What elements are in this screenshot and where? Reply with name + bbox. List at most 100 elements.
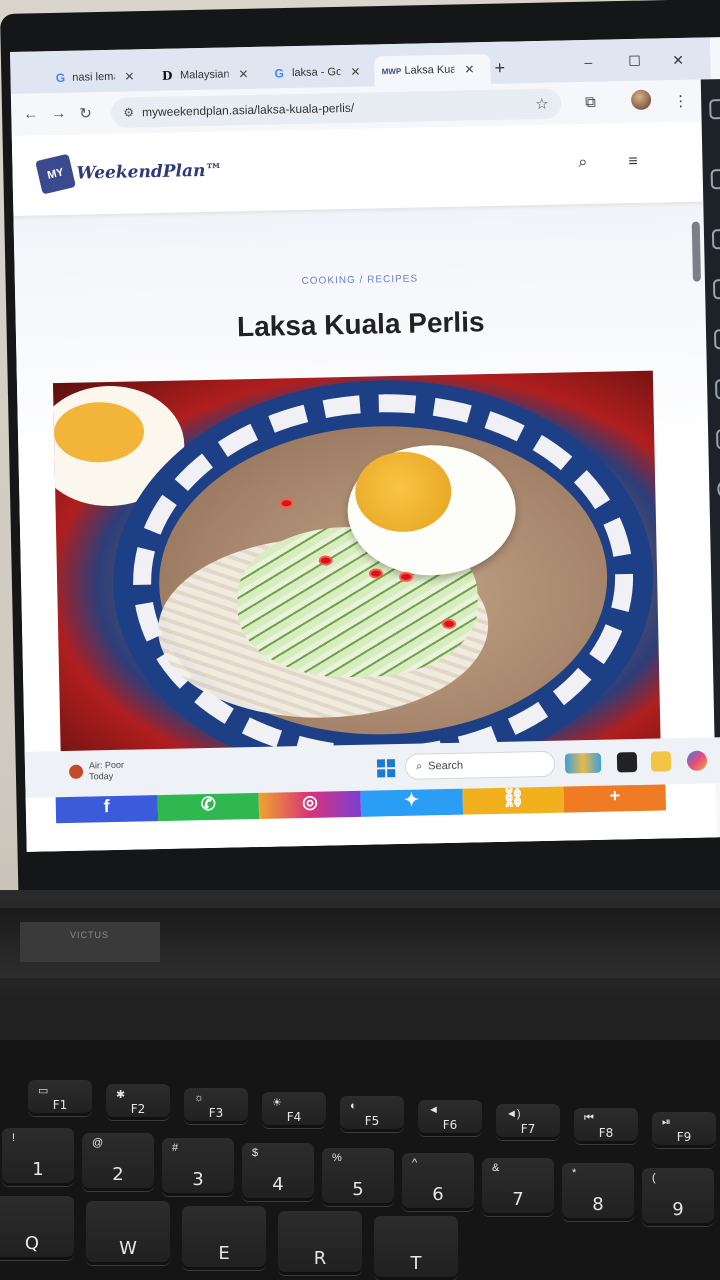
bookmark-star-icon[interactable]: ☆: [535, 95, 549, 113]
key-f4[interactable]: ☀ F4: [262, 1092, 326, 1128]
weather-status: Air: Poor: [88, 759, 125, 771]
key-shift-legend: %: [332, 1152, 342, 1164]
key-f9[interactable]: ⏯ F9: [652, 1112, 716, 1148]
task-view-icon[interactable]: [616, 752, 638, 773]
key-legend: 7: [512, 1189, 524, 1210]
flask-icon[interactable]: [715, 378, 720, 400]
key-legend: 8: [592, 1194, 604, 1215]
key-legend: T: [410, 1253, 422, 1274]
tab-label: laksa - Go: [291, 66, 341, 80]
key-legend: F5: [364, 1114, 380, 1128]
key-5[interactable]: % 5: [322, 1148, 394, 1206]
logo-badge: MY: [35, 153, 76, 195]
key-shift-legend: ☀: [272, 1097, 282, 1109]
close-tab-icon[interactable]: ✕: [238, 67, 248, 81]
site-settings-icon[interactable]: ⚙: [123, 105, 134, 119]
photo-scene: G nasi lemak ✕ D Malaysian ✕ G laksa - G…: [0, 0, 720, 1280]
file-explorer-icon[interactable]: [650, 751, 672, 772]
maximize-button[interactable]: ☐: [628, 53, 641, 70]
lightbulb-icon[interactable]: [716, 428, 720, 450]
back-arrow-icon[interactable]: ←: [23, 105, 38, 122]
new-tab-button[interactable]: +: [494, 58, 505, 79]
hamburger-menu-icon[interactable]: ≡: [628, 153, 638, 171]
windows-start-icon[interactable]: [376, 759, 396, 778]
key-r[interactable]: R: [278, 1211, 362, 1275]
key-3[interactable]: #3: [162, 1138, 234, 1196]
site-logo[interactable]: MY WeekendPlan™: [35, 153, 223, 195]
key-shift-legend: ⏯: [662, 1116, 671, 1128]
key-f2[interactable]: ✱ F2: [106, 1084, 170, 1120]
copilot-icon[interactable]: [686, 750, 708, 771]
key-legend: F3: [208, 1106, 224, 1120]
dock-app-icon[interactable]: [709, 98, 720, 120]
key-f1[interactable]: ▭ F1: [28, 1080, 92, 1116]
forward-arrow-icon[interactable]: →: [51, 105, 66, 122]
myweekendplan-favicon-icon: MWP: [381, 66, 402, 76]
search-highlight-icon[interactable]: [564, 752, 602, 774]
profile-avatar[interactable]: [630, 89, 652, 111]
key-e[interactable]: E: [182, 1206, 266, 1270]
key-legend: F6: [442, 1118, 458, 1132]
key-shift-legend: ◐: [350, 1100, 357, 1112]
key-f8[interactable]: ⏮ F8: [574, 1108, 638, 1144]
key-shift-legend: (: [652, 1172, 656, 1184]
search-icon[interactable]: ⌕: [578, 154, 587, 172]
key-q[interactable]: Q: [0, 1196, 74, 1260]
tab-laksa-kuala-perlis[interactable]: MWP Laksa Kua ✕: [374, 53, 491, 87]
key-shift-legend: ✱: [116, 1089, 126, 1101]
close-tab-icon[interactable]: ✕: [350, 65, 360, 79]
close-tab-icon[interactable]: ✕: [124, 69, 134, 83]
dock-app-icon[interactable]: [713, 328, 720, 350]
search-icon: ⌕: [415, 760, 423, 773]
key-f3[interactable]: ☼ F3: [184, 1088, 248, 1124]
tab-label: nasi lemak: [72, 70, 115, 84]
key-f6[interactable]: ◄ F6: [418, 1100, 482, 1136]
key-shift-legend: ^: [412, 1157, 418, 1169]
key-8[interactable]: * 8: [562, 1163, 634, 1221]
weather-widget[interactable]: Air: Poor Today: [68, 759, 125, 783]
key-w[interactable]: W: [86, 1201, 170, 1265]
twitter-icon: ✦: [403, 789, 420, 810]
browser-menu-icon[interactable]: ⋮: [673, 92, 688, 110]
key-legend: W: [119, 1238, 137, 1259]
close-tab-icon[interactable]: ✕: [464, 62, 474, 76]
key-1[interactable]: ! 1: [2, 1128, 74, 1186]
link-icon: ⛓: [501, 786, 525, 808]
taskbar-search[interactable]: ⌕ Search: [404, 750, 556, 780]
key-f7[interactable]: ◄) F7: [496, 1104, 560, 1140]
key-7[interactable]: & 7: [482, 1158, 554, 1216]
tab-nasi-lemak[interactable]: G nasi lemak ✕: [44, 61, 145, 93]
key-shift-legend: ◄): [506, 1108, 521, 1120]
minimize-button[interactable]: –: [584, 54, 592, 70]
key-4[interactable]: $4: [242, 1143, 314, 1201]
close-window-button[interactable]: ✕: [672, 52, 684, 69]
key-legend: F8: [598, 1126, 614, 1140]
facebook-icon: f: [103, 795, 110, 816]
site-header: MY WeekendPlan™ ⌕ ≡: [11, 121, 704, 216]
dock-app-icon[interactable]: [710, 168, 720, 190]
key-6[interactable]: ^ 6: [402, 1153, 474, 1211]
extensions-puzzle-icon[interactable]: ⧉: [585, 94, 596, 111]
dock-app-icon[interactable]: [712, 278, 720, 300]
key-t[interactable]: T: [374, 1216, 458, 1280]
key-2[interactable]: @2: [82, 1133, 154, 1191]
dock-app-icon[interactable]: [711, 228, 720, 250]
key-legend: Q: [24, 1233, 40, 1254]
site-favicon-icon: D: [161, 68, 173, 83]
tab-malaysian[interactable]: D Malaysian ✕: [150, 59, 259, 91]
address-bar[interactable]: ⚙ myweekendplan.asia/laksa-kuala-perlis/: [110, 88, 562, 128]
reload-icon[interactable]: ↻: [79, 104, 92, 122]
air-quality-icon: [68, 764, 84, 779]
tab-laksa-google[interactable]: G laksa - Go ✕: [262, 56, 371, 88]
key-legend: F7: [520, 1122, 536, 1136]
key-shift-legend: ⏮: [584, 1112, 594, 1124]
plus-icon: +: [609, 784, 621, 806]
search-label: Search: [428, 759, 464, 773]
key-shift-legend: $: [252, 1147, 259, 1159]
key-legend: F2: [130, 1102, 146, 1116]
key-f5[interactable]: ◐ F5: [340, 1096, 404, 1132]
key-9[interactable]: (9: [642, 1168, 714, 1226]
key-shift-legend: ◄: [428, 1104, 439, 1116]
key-legend: F4: [286, 1110, 302, 1124]
page-scrollbar[interactable]: [691, 221, 701, 282]
